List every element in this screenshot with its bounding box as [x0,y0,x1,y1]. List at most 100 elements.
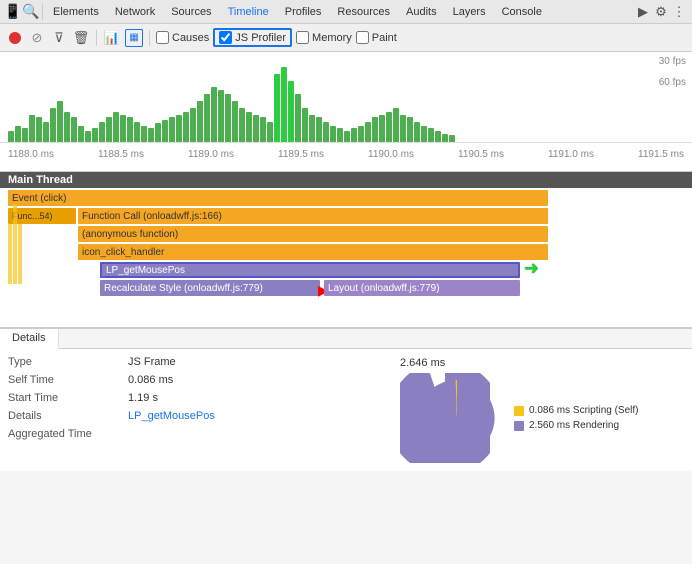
chart-total-time: 2.646 ms [400,357,445,369]
ruler-label: 1189.5 ms [278,149,324,160]
ruler-label: 1190.0 ms [368,149,414,160]
timeline-bar [239,108,245,142]
timeline-bar [281,67,287,142]
timeline-bar [393,108,399,142]
record-icon[interactable] [6,29,24,47]
separator-1 [42,4,43,20]
timeline-bar [337,128,343,142]
ruler-label: 1189.0 ms [188,149,234,160]
flame-anon[interactable]: (anonymous function) [78,226,548,242]
details-table: Type JS Frame Self Time 0.086 ms Start T… [0,349,392,471]
nav-profiles[interactable]: Profiles [277,4,330,20]
timeline-bar [351,128,357,142]
details-tabs: Details [0,329,692,349]
timeline-bar [197,101,203,142]
timeline-bar [442,134,448,142]
grid-icon[interactable]: ▦ [125,29,143,47]
scripting-swatch [514,406,524,416]
nav-timeline[interactable]: Timeline [220,4,277,20]
nav-console[interactable]: Console [494,4,550,20]
inspect-icon[interactable]: 🔍 [22,3,40,21]
rendering-label: 2.560 ms Rendering [529,420,619,431]
filter-icon[interactable]: ⊽ [50,29,68,47]
causes-checkbox[interactable]: Causes [156,31,209,44]
detail-details: Details LP_getMousePos [0,407,392,425]
sep3 [149,30,150,46]
nav-network[interactable]: Network [107,4,163,20]
flame-event-click[interactable]: Event (click) [8,190,548,206]
memory-checkbox[interactable]: Memory [296,31,352,44]
details-panel: Details Type JS Frame Self Time 0.086 ms… [0,328,692,471]
chart-area: 2.646 ms [392,349,692,471]
js-profiler-label: JS Profiler [235,32,286,44]
stop-icon[interactable]: ⊘ [28,29,46,47]
flame-recalculate[interactable]: Recalculate Style (onloadwff.js:779) [100,280,320,296]
ruler-label: 1190.5 ms [458,149,504,160]
detail-self-time: Self Time 0.086 ms [0,371,392,389]
timeline-bar [449,135,455,142]
flame-row-4: LP_getMousePos ➜ [0,262,692,280]
lp-getmousepos-link[interactable]: LP_getMousePos [128,410,215,422]
sep2 [96,30,97,46]
nav-resources[interactable]: Resources [329,4,398,20]
memory-input[interactable] [296,31,309,44]
timeline-bar [372,117,378,142]
ruler-label: 1191.5 ms [638,149,684,160]
label-type: Type [8,356,128,368]
nav-audits[interactable]: Audits [398,4,445,20]
causes-input[interactable] [156,31,169,44]
label-details: Details [8,410,128,422]
ruler-label: 1191.0 ms [548,149,594,160]
paint-input[interactable] [356,31,369,44]
flame-lp-getmousepos[interactable]: LP_getMousePos [100,262,520,278]
paint-checkbox[interactable]: Paint [356,31,397,44]
timeline-bar [29,115,35,142]
timeline-area[interactable]: 30 fps 60 fps 1188.0 ms1188.5 ms1189.0 m… [0,52,692,172]
timeline-bar [127,117,133,142]
timeline-bar [85,131,91,142]
overflow-icon[interactable]: ⋮ [670,3,688,21]
timeline-bar [99,122,105,142]
timeline-bar [344,131,350,142]
timeline-bar [365,122,371,142]
nav-bar: 📱 🔍 Elements Network Sources Timeline Pr… [0,0,692,24]
flame-chart[interactable]: Event (click) Func...54) Function Call (… [0,188,692,328]
flame-function-call[interactable]: Function Call (onloadwff.js:166) [78,208,548,224]
nav-sources[interactable]: Sources [163,4,219,20]
bars-icon[interactable]: 📊 [103,29,121,47]
flame-row-3: icon_click_handler [0,244,692,262]
settings-icon[interactable]: ⚙ [652,3,670,21]
timeline-ruler: 1188.0 ms1188.5 ms1189.0 ms1189.5 ms1190… [0,142,692,166]
chart-legend: 0.086 ms Scripting (Self) 2.560 ms Rende… [514,405,639,431]
flame-row-1: Func...54) Function Call (onloadwff.js:1… [0,208,692,226]
flame-row-2: (anonymous function) [0,226,692,244]
timeline-bar [8,131,14,142]
timeline-bar [428,128,434,142]
flame-icon-click[interactable]: icon_click_handler [78,244,548,260]
phone-icon[interactable]: 📱 [4,3,22,21]
run-icon[interactable]: ▶ [634,3,652,21]
js-profiler-checkbox[interactable]: JS Profiler [213,28,292,47]
timeline-bar [253,115,259,142]
timeline-bar [407,117,413,142]
timeline-bar [323,122,329,142]
timeline-bar [386,112,392,142]
causes-label: Causes [172,32,209,44]
timeline-bar [169,117,175,142]
chart-container: 0.086 ms Scripting (Self) 2.560 ms Rende… [400,373,639,463]
value-details: LP_getMousePos [128,410,215,422]
timeline-bar [134,122,140,142]
timeline-bar [225,94,231,142]
timeline-bar [400,115,406,142]
timeline-bar [190,108,196,142]
nav-layers[interactable]: Layers [445,4,494,20]
tab-details[interactable]: Details [0,329,59,349]
timeline-bar [36,117,42,142]
fps-30: 30 fps [659,56,686,67]
pie-chart-2 [412,373,502,463]
js-profiler-input[interactable] [219,31,232,44]
timeline-bar [162,120,168,142]
flame-layout[interactable]: Layout (onloadwff.js:779) [324,280,520,296]
nav-elements[interactable]: Elements [45,4,107,20]
trash-icon[interactable]: 🗑 [72,29,90,47]
